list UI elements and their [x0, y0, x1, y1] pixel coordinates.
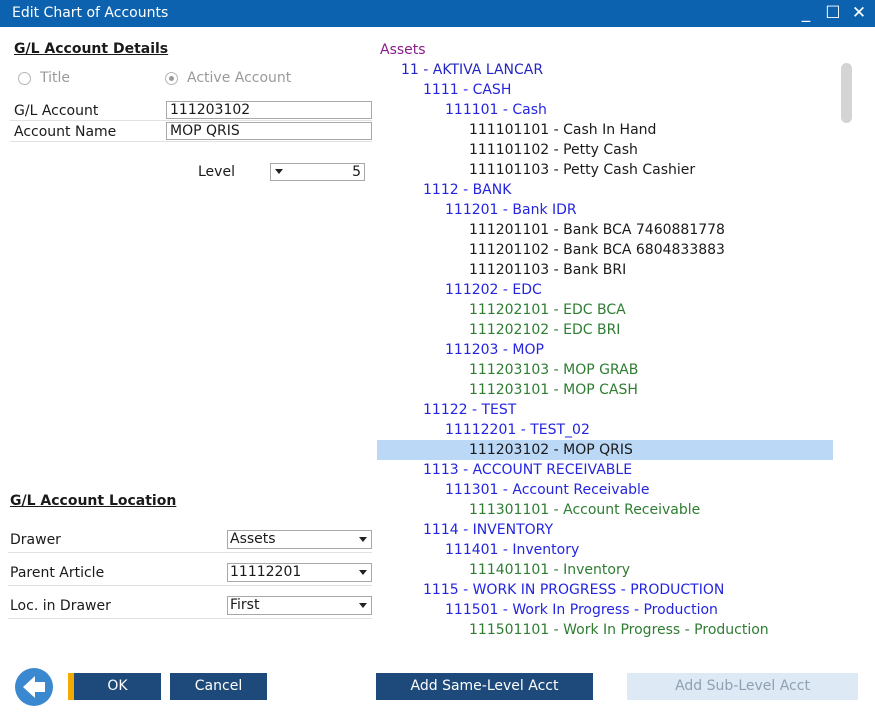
loc-in-drawer-label: Loc. in Drawer — [10, 598, 111, 614]
tree-node[interactable]: 11112201 - TEST_02 — [445, 420, 590, 440]
tree-node[interactable]: 111101101 - Cash In Hand — [469, 120, 656, 140]
account-name-field[interactable]: MOP QRIS — [166, 122, 372, 140]
tree-node[interactable]: 1115 - WORK IN PROGRESS - PRODUCTION — [423, 580, 724, 600]
back-arrow-icon — [23, 676, 45, 698]
parent-article-value: 11112201 — [230, 564, 302, 580]
tree-node-selected[interactable]: 111203102 - MOP QRIS — [377, 440, 833, 460]
level-label: Level — [198, 164, 235, 180]
radio-title[interactable]: Title — [18, 70, 70, 86]
radio-title-label: Title — [40, 70, 71, 86]
add-sub-level-button[interactable]: Add Sub-Level Acct — [627, 673, 858, 700]
tree-node[interactable]: 11 - AKTIVA LANCAR — [401, 60, 543, 80]
tree-node[interactable]: 111101102 - Petty Cash — [469, 140, 638, 160]
loc-in-drawer-value: First — [230, 597, 260, 613]
tree-node[interactable]: 111203101 - MOP CASH — [469, 380, 638, 400]
divider — [8, 585, 372, 586]
window-title: Edit Chart of Accounts — [12, 5, 169, 21]
drawer-value: Assets — [230, 531, 276, 547]
title-bar: Edit Chart of Accounts _ ☐ ✕ — [0, 0, 875, 27]
drawer-select[interactable]: Assets — [227, 530, 372, 549]
account-name-label: Account Name — [14, 124, 117, 140]
tree-scrollbar-thumb[interactable] — [841, 63, 852, 123]
radio-active-label: Active Account — [187, 70, 292, 86]
location-heading: G/L Account Location — [10, 493, 177, 509]
tree-node[interactable]: 111201101 - Bank BCA 7460881778 — [469, 220, 725, 240]
tree-node[interactable]: 111401 - Inventory — [445, 540, 579, 560]
tree-node[interactable]: 111203103 - MOP GRAB — [469, 360, 638, 380]
divider — [10, 120, 372, 121]
parent-article-label: Parent Article — [10, 565, 105, 581]
tree-node[interactable]: Assets — [380, 40, 426, 60]
radio-selected-icon — [165, 71, 178, 85]
dropdown-arrow-icon — [359, 570, 367, 575]
dropdown-arrow-icon — [359, 603, 367, 608]
minimize-button[interactable]: _ — [795, 2, 817, 24]
tree-node[interactable]: 1113 - ACCOUNT RECEIVABLE — [423, 460, 632, 480]
account-tree[interactable]: Assets 11 - AKTIVA LANCAR 1111 - CASH 11110… — [377, 40, 837, 650]
divider — [10, 141, 372, 142]
divider — [8, 552, 372, 553]
back-button[interactable] — [15, 668, 53, 706]
level-value: 5 — [352, 164, 361, 180]
divider — [8, 618, 372, 619]
tree-node[interactable]: 111202102 - EDC BRI — [469, 320, 620, 340]
ok-button[interactable]: OK — [74, 673, 161, 700]
tree-node[interactable]: 111501 - Work In Progress - Production — [445, 600, 718, 620]
tree-node[interactable]: 111101 - Cash — [445, 100, 547, 120]
level-stepper[interactable]: 5 — [270, 163, 365, 181]
radio-circle-icon — [18, 71, 31, 85]
tree-node[interactable]: 111203 - MOP — [445, 340, 544, 360]
tree-node[interactable]: 111301101 - Account Receivable — [469, 500, 700, 520]
tree-node[interactable]: 111401101 - Inventory — [469, 560, 630, 580]
tree-node[interactable]: 111501101 - Work In Progress - Productio… — [469, 620, 769, 640]
add-same-level-button[interactable]: Add Same-Level Acct — [376, 673, 593, 700]
tree-node[interactable]: 111202101 - EDC BCA — [469, 300, 626, 320]
radio-active-account[interactable]: Active Account — [165, 70, 291, 86]
tree-node[interactable]: 111201 - Bank IDR — [445, 200, 577, 220]
parent-article-select[interactable]: 11112201 — [227, 563, 372, 582]
tree-node[interactable]: 11122 - TEST — [423, 400, 516, 420]
tree-node[interactable]: 111201102 - Bank BCA 6804833883 — [469, 240, 725, 260]
dropdown-arrow-icon[interactable] — [275, 169, 283, 174]
details-heading: G/L Account Details — [14, 41, 169, 57]
dropdown-arrow-icon — [359, 537, 367, 542]
tree-node[interactable]: 111101103 - Petty Cash Cashier — [469, 160, 695, 180]
tree-node[interactable]: 1112 - BANK — [423, 180, 511, 200]
tree-node[interactable]: 1114 - INVENTORY — [423, 520, 553, 540]
maximize-button[interactable]: ☐ — [822, 2, 844, 24]
tree-node[interactable]: 1111 - CASH — [423, 80, 511, 100]
gl-account-label: G/L Account — [14, 103, 99, 119]
drawer-label: Drawer — [10, 532, 61, 548]
loc-in-drawer-select[interactable]: First — [227, 596, 372, 615]
tree-node[interactable]: 111301 - Account Receivable — [445, 480, 650, 500]
tree-node[interactable]: 111202 - EDC — [445, 280, 542, 300]
tree-node[interactable]: 111201103 - Bank BRI — [469, 260, 626, 280]
cancel-button[interactable]: Cancel — [170, 673, 267, 700]
gl-account-field[interactable]: 111203102 — [166, 101, 372, 119]
close-button[interactable]: ✕ — [848, 2, 870, 24]
